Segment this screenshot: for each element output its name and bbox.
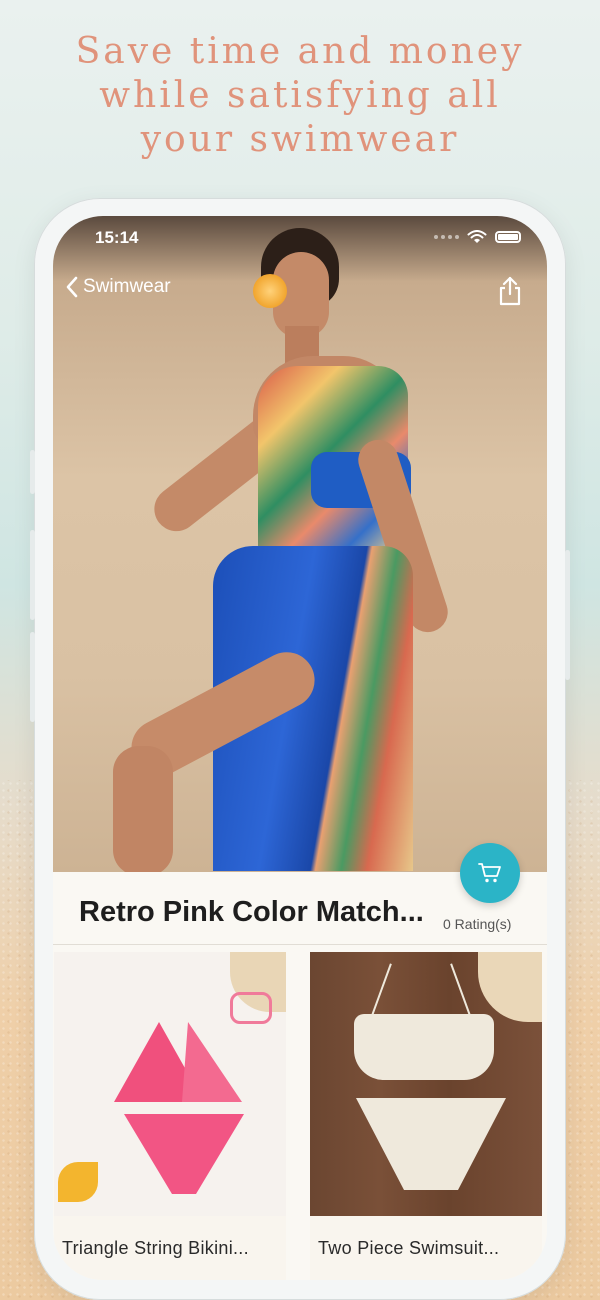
promo-headline: Save time and money while satisfying all…: [0, 30, 600, 162]
share-icon: [499, 276, 521, 306]
product-hero-image[interactable]: [53, 216, 547, 876]
related-product-label: Triangle String Bikini...: [62, 1238, 249, 1258]
share-button[interactable]: [497, 276, 523, 311]
back-label: Swimwear: [83, 276, 171, 297]
leaf-decoration: [58, 1162, 98, 1202]
phone-side-button: [30, 530, 35, 620]
related-product-label: Two Piece Swimsuit...: [318, 1238, 500, 1258]
product-thumbnail: [54, 952, 286, 1216]
add-to-cart-button[interactable]: [460, 843, 520, 903]
status-indicators: [434, 230, 521, 244]
rating-count[interactable]: 0 Rating(s): [443, 916, 511, 932]
headline-line-3: your swimwear: [140, 119, 460, 160]
headline-line-1: Save time and money: [75, 31, 525, 72]
chevron-left-icon: [66, 276, 78, 298]
cart-icon: [478, 863, 501, 883]
related-product-card[interactable]: Two Piece Swimsuit...: [310, 952, 542, 1280]
model-calf: [113, 746, 173, 876]
bikini-bottom: [124, 1114, 244, 1194]
wifi-icon: [467, 230, 487, 243]
sunglasses: [230, 992, 272, 1024]
phone-side-button: [565, 550, 570, 680]
battery-icon: [495, 231, 521, 243]
app-screen: 15:14 Swimwear Retro Pink Color Match...…: [53, 216, 547, 1280]
bikini-top: [354, 1014, 494, 1080]
strap: [370, 963, 392, 1019]
status-time: 15:14: [95, 228, 139, 247]
strap: [450, 963, 472, 1019]
back-button[interactable]: Swimwear: [65, 276, 171, 298]
bikini-top-right: [182, 1022, 242, 1102]
product-thumbnail: [310, 952, 542, 1216]
product-title: Retro Pink Color Match...: [79, 896, 424, 928]
headline-line-2: while satisfying all: [99, 75, 501, 116]
phone-side-button: [30, 450, 35, 494]
straw-hat: [478, 952, 542, 1022]
orange-slice: [253, 274, 287, 308]
divider: [53, 944, 547, 945]
bikini-bottom: [356, 1098, 506, 1190]
signal-icon: [434, 235, 459, 239]
related-product-card[interactable]: Triangle String Bikini...: [54, 952, 286, 1280]
phone-side-button: [30, 632, 35, 722]
